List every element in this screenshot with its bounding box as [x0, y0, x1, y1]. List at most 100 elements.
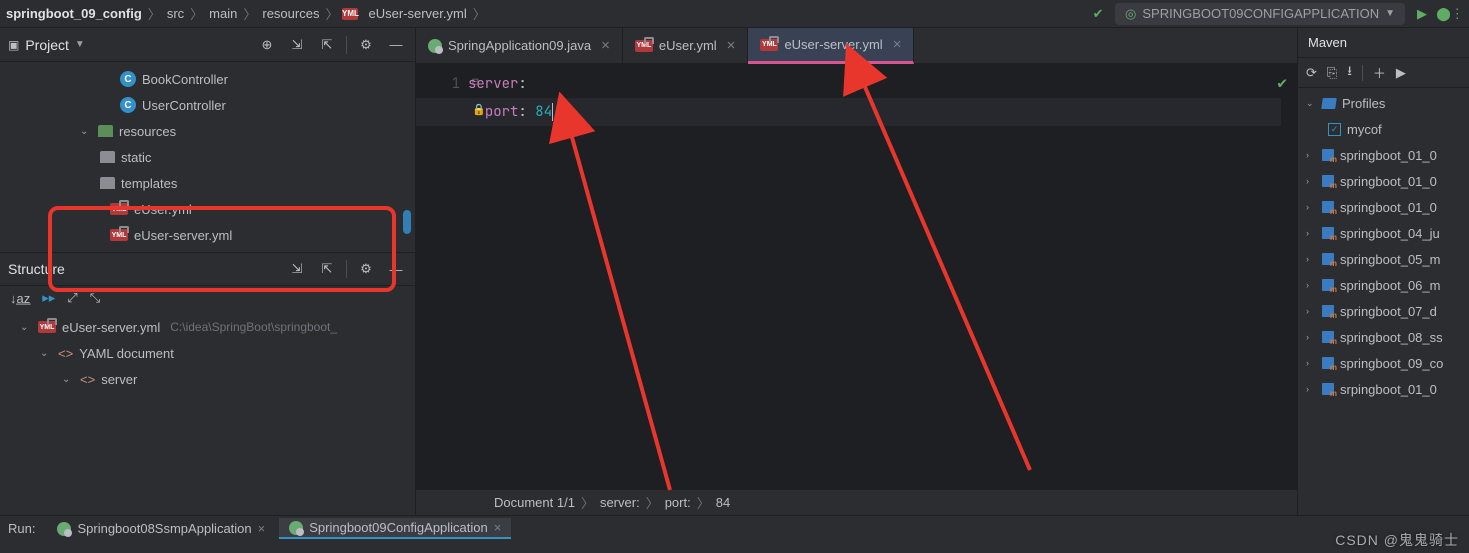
- gear-icon[interactable]: ⚙: [355, 34, 377, 56]
- structure-title[interactable]: Structure: [8, 261, 65, 277]
- maven-module[interactable]: ›springboot_08_ss: [1298, 324, 1469, 350]
- code-line-2[interactable]: port: 84: [468, 98, 553, 126]
- project-title[interactable]: Project ▼: [25, 37, 84, 53]
- editor-breadcrumb[interactable]: Document 1/1 〉 server: 〉 port: 〉 84: [416, 489, 1297, 515]
- tree-item-bookcontroller[interactable]: C BookController: [0, 66, 415, 92]
- tree-item-usercontroller[interactable]: C UserController: [0, 92, 415, 118]
- tab-euser-server-yml[interactable]: YML eUser-server.yml ×: [748, 28, 914, 64]
- structure-file-row[interactable]: ⌄ YML eUser-server.yml C:\idea\SpringBoo…: [0, 314, 415, 340]
- structure-server-node[interactable]: ⌄ <> server: [0, 366, 415, 392]
- maven-module-icon: [1322, 149, 1334, 161]
- autoscroll-icon[interactable]: ▸▸: [42, 290, 55, 306]
- maven-module[interactable]: ›srpingboot_01_0: [1298, 376, 1469, 402]
- tree-item-static[interactable]: static: [0, 144, 415, 170]
- expand-all-icon[interactable]: ⇲: [286, 258, 308, 280]
- build-icon[interactable]: ✔: [1087, 3, 1109, 25]
- maven-label: springboot_01_0: [1340, 148, 1437, 163]
- tree-item-euser-server-yml[interactable]: YML eUser-server.yml: [0, 222, 415, 248]
- expand-icon[interactable]: ⤢: [67, 290, 77, 306]
- crumb-server[interactable]: server:: [600, 495, 640, 510]
- maven-module[interactable]: ›springboot_09_co: [1298, 350, 1469, 376]
- close-icon[interactable]: ×: [893, 36, 902, 53]
- crumb-module[interactable]: springboot_09_config: [4, 6, 144, 21]
- select-opened-icon[interactable]: ⊕: [256, 34, 278, 56]
- tree-label: eUser-server.yml: [134, 228, 232, 243]
- crumb-value[interactable]: 84: [716, 495, 730, 510]
- structure-file-label: eUser-server.yml: [62, 320, 160, 335]
- collapse-all-icon[interactable]: ⇱: [316, 258, 338, 280]
- springboot-icon: [57, 522, 71, 536]
- maven-module[interactable]: ›springboot_01_0: [1298, 194, 1469, 220]
- code-editor[interactable]: 1 2 server: port: 84 ⊟ 🔒 ✔: [416, 64, 1297, 489]
- maven-module[interactable]: ›springboot_05_m: [1298, 246, 1469, 272]
- crumb-main[interactable]: main: [207, 6, 239, 21]
- collapse-all-icon[interactable]: ⇱: [316, 34, 338, 56]
- crumb-src[interactable]: src: [165, 6, 186, 21]
- structure-title-label: Structure: [8, 261, 65, 277]
- yml-icon: YML: [342, 8, 358, 20]
- hide-icon[interactable]: —: [385, 34, 407, 56]
- structure-tree[interactable]: ⌄ YML eUser-server.yml C:\idea\SpringBoo…: [0, 310, 415, 396]
- close-icon[interactable]: ×: [258, 521, 266, 536]
- hide-icon[interactable]: —: [385, 258, 407, 280]
- tree-item-resources[interactable]: ⌄ resources: [0, 118, 415, 144]
- checkbox-icon[interactable]: ✓: [1328, 123, 1341, 136]
- expand-all-icon[interactable]: ⇲: [286, 34, 308, 56]
- maven-label: springboot_05_m: [1340, 252, 1440, 267]
- tree-item-euser-yml[interactable]: YML eUser.yml: [0, 196, 415, 222]
- download-icon[interactable]: ⭳: [1347, 62, 1352, 84]
- line-number: 1: [416, 70, 460, 98]
- run-tab-app2[interactable]: Springboot09ConfigApplication ×: [279, 518, 511, 539]
- scrollbar-thumb[interactable]: [403, 210, 411, 234]
- tab-euser-yml[interactable]: YML eUser.yml ×: [623, 28, 749, 63]
- generate-sources-icon[interactable]: ⎘: [1327, 65, 1337, 81]
- run-config-selector[interactable]: ◎ SPRINGBOOT09CONFIGAPPLICATION ▼: [1115, 3, 1405, 25]
- tree-item-templates[interactable]: templates: [0, 170, 415, 196]
- debug-icon[interactable]: ⬤⋮: [1439, 3, 1461, 25]
- crumb-file[interactable]: eUser-server.yml: [366, 6, 468, 21]
- close-icon[interactable]: ×: [601, 37, 610, 54]
- project-tree[interactable]: C BookController C UserController ⌄ reso…: [0, 62, 415, 252]
- run-icon[interactable]: ▶: [1411, 3, 1433, 25]
- maven-module[interactable]: ›springboot_06_m: [1298, 272, 1469, 298]
- gear-icon[interactable]: ⚙: [355, 258, 377, 280]
- maven-profiles[interactable]: ⌄ Profiles: [1298, 90, 1469, 116]
- inspection-ok-icon[interactable]: ✔: [1277, 72, 1287, 93]
- maven-module[interactable]: ›springboot_01_0: [1298, 142, 1469, 168]
- add-icon[interactable]: ＋: [1373, 63, 1386, 82]
- run-maven-icon[interactable]: ▶: [1396, 65, 1406, 81]
- springboot-icon: ◎: [1125, 6, 1136, 22]
- breadcrumb[interactable]: springboot_09_config 〉 src 〉 main 〉 reso…: [4, 4, 486, 23]
- resources-folder-icon: [98, 125, 113, 137]
- crumb-port[interactable]: port:: [665, 495, 691, 510]
- maven-label: springboot_01_0: [1340, 174, 1437, 189]
- reload-icon[interactable]: ⟳: [1306, 65, 1317, 81]
- crumb-document[interactable]: Document 1/1: [494, 495, 575, 510]
- code-line-1[interactable]: server:: [468, 70, 553, 98]
- maven-profile-mycof[interactable]: ✓ mycof: [1298, 116, 1469, 142]
- collapse-icon[interactable]: ⤡: [90, 290, 100, 306]
- maven-module[interactable]: ›springboot_04_ju: [1298, 220, 1469, 246]
- structure-panel-header: Structure ⇲ ⇱ ⚙ —: [0, 252, 415, 286]
- structure-yaml-doc[interactable]: ⌄ <> YAML document: [0, 340, 415, 366]
- yml-icon: YML: [38, 321, 56, 333]
- maven-module[interactable]: ›springboot_07_d: [1298, 298, 1469, 324]
- tree-label: eUser.yml: [134, 202, 192, 217]
- run-tab-app1[interactable]: Springboot08SsmpApplication ×: [47, 519, 275, 538]
- sort-alpha-icon[interactable]: ↓a̲z̲: [10, 291, 30, 306]
- springboot-icon: [289, 521, 303, 535]
- maven-tree[interactable]: ⌄ Profiles ✓ mycof ›springboot_01_0 ›spr…: [1298, 88, 1469, 404]
- chevron-down-icon: ⌄: [20, 322, 32, 333]
- editor-area: SpringApplication09.java × YML eUser.yml…: [416, 28, 1297, 515]
- close-icon[interactable]: ×: [727, 37, 736, 54]
- run-toolwindow-bar: Run: Springboot08SsmpApplication × Sprin…: [0, 515, 1469, 541]
- crumb-resources[interactable]: resources: [260, 6, 321, 21]
- maven-module[interactable]: ›springboot_01_0: [1298, 168, 1469, 194]
- run-label: Run:: [8, 521, 35, 536]
- springboot-icon: [428, 39, 442, 53]
- close-icon[interactable]: ×: [494, 520, 502, 535]
- yaml-value: 84: [535, 103, 552, 121]
- tree-label: static: [121, 150, 151, 165]
- tab-springapplication09[interactable]: SpringApplication09.java ×: [416, 28, 623, 63]
- maven-label: Profiles: [1342, 96, 1385, 111]
